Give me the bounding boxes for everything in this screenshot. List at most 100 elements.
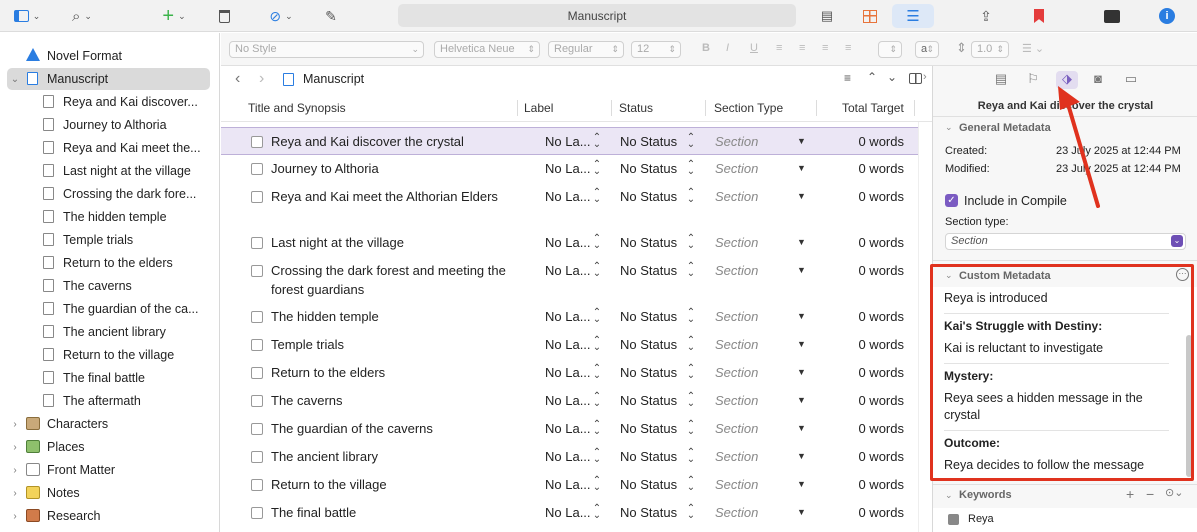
row-title[interactable]: The hidden temple — [271, 307, 521, 326]
row-status[interactable]: No Status — [620, 161, 677, 176]
binder-item-doc[interactable]: The ancient library — [0, 321, 219, 343]
row-checkbox[interactable] — [251, 423, 263, 435]
chevron-down-icon[interactable]: ⌄ — [9, 74, 21, 85]
chevron-updown-icon[interactable]: ⌃ ⌄ — [592, 160, 602, 177]
row-section-type[interactable]: Section — [715, 421, 758, 436]
row-label[interactable]: No La... — [545, 235, 591, 250]
chevron-updown-icon[interactable]: ⌃ ⌄ — [686, 133, 696, 150]
row-section-type[interactable]: Section — [715, 134, 758, 149]
chevron-updown-icon[interactable]: ⌃ ⌄ — [592, 133, 602, 150]
chevron-right-icon[interactable]: › — [9, 442, 21, 453]
chevron-up-icon[interactable]: ⌃ — [867, 70, 877, 84]
chevron-down-icon[interactable]: ⌄ — [945, 122, 953, 133]
row-title[interactable]: Reya and Kai meet the Althorian Elders — [271, 187, 521, 206]
bookmark-button[interactable] — [1029, 4, 1049, 28]
column-label[interactable]: Label — [524, 101, 553, 115]
binder-item-doc[interactable]: The aftermath — [0, 390, 219, 412]
row-checkbox[interactable] — [251, 451, 263, 463]
chevron-right-icon[interactable]: › — [9, 488, 21, 499]
style-select[interactable]: No Style ⌄ — [229, 41, 424, 58]
row-section-type[interactable]: Section — [715, 477, 758, 492]
table-row[interactable]: Last night at the village No La... ⌃ ⌄ No St… — [221, 229, 918, 257]
table-row[interactable]: Temple trials No La... ⌃ ⌄ No Status ⌃ ⌄ Sectio… — [221, 331, 918, 359]
row-status[interactable]: No Status — [620, 449, 677, 464]
trash-button[interactable] — [214, 4, 234, 28]
row-label[interactable]: No La... — [545, 189, 591, 204]
chevron-updown-icon[interactable]: ⌃ ⌄ — [592, 262, 602, 279]
list-icon[interactable]: ☰ ⌄ — [1022, 42, 1044, 55]
column-divider[interactable] — [914, 100, 915, 116]
binder-folder-research[interactable]: › Research — [0, 505, 219, 527]
chevron-updown-icon[interactable]: ⌃ ⌄ — [686, 234, 696, 251]
row-title[interactable]: The caverns — [271, 391, 521, 410]
chevron-updown-icon[interactable]: ⌃ ⌄ — [592, 448, 602, 465]
row-status[interactable]: No Status — [620, 393, 677, 408]
binder-item-doc[interactable]: Return to the village — [0, 344, 219, 366]
split-view-icon[interactable] — [909, 73, 922, 84]
binder-folder-front-matter[interactable]: › Front Matter — [0, 459, 219, 481]
chevron-updown-icon[interactable]: ⌃ ⌄ — [686, 476, 696, 493]
font-size-select[interactable]: 12 ⇕ — [631, 41, 681, 58]
remove-keyword-icon[interactable]: − — [1146, 486, 1154, 502]
row-label[interactable]: No La... — [545, 421, 591, 436]
table-row[interactable]: Journey to Althoria No La... ⌃ ⌄ No Status ⌃ ⌄… — [221, 155, 918, 183]
chevron-down-icon[interactable]: ▼ — [797, 237, 806, 247]
add-keyword-icon[interactable]: + — [1126, 486, 1134, 502]
row-title[interactable]: Return to the elders — [271, 363, 521, 382]
chevron-down-icon[interactable]: ▼ — [797, 163, 806, 173]
chevron-updown-icon[interactable]: ⌃ ⌄ — [592, 336, 602, 353]
share-button[interactable]: ⇪ — [975, 4, 997, 28]
underline-button[interactable]: U — [750, 42, 758, 54]
binder-item-novel-format[interactable]: Novel Format — [0, 45, 219, 67]
column-status[interactable]: Status — [619, 101, 653, 115]
table-row[interactable]: The guardian of the caverns No La... ⌃ ⌄ No … — [221, 415, 918, 443]
outline-view-button[interactable]: ☰ — [892, 4, 934, 28]
binder-item-doc[interactable]: Last night at the village — [0, 160, 219, 182]
row-title[interactable]: Reya and Kai discover the crystal — [271, 132, 521, 151]
line-spacing-select[interactable]: 1.0 ⇕ — [971, 41, 1009, 58]
binder-item-doc[interactable]: Journey to Althoria — [0, 114, 219, 136]
chevron-updown-icon[interactable]: ⌃ ⌄ — [686, 308, 696, 325]
table-row[interactable]: Reya and Kai meet the Althorian Elders No… — [221, 183, 918, 229]
chevron-updown-icon[interactable]: ⌃ ⌄ — [592, 308, 602, 325]
chevron-updown-icon[interactable]: ⌃ ⌄ — [686, 188, 696, 205]
chevron-updown-icon[interactable]: ⌃ ⌄ — [592, 188, 602, 205]
font-weight-select[interactable]: Regular ⇕ — [548, 41, 624, 58]
row-title[interactable]: Last night at the village — [271, 233, 521, 252]
row-label[interactable]: No La... — [545, 134, 591, 149]
row-checkbox[interactable] — [251, 367, 263, 379]
align-justify-icon[interactable]: ≡ — [845, 42, 851, 54]
binder-folder-notes[interactable]: › Notes — [0, 482, 219, 504]
binder-item-doc[interactable]: Reya and Kai meet the... — [0, 137, 219, 159]
compose-button[interactable]: ✎ — [321, 4, 341, 28]
row-title[interactable]: Journey to Althoria — [271, 159, 521, 178]
chevron-right-icon[interactable]: › — [9, 511, 21, 522]
bookmarks-tab-icon[interactable]: ⚐ — [1023, 71, 1043, 89]
row-label[interactable]: No La... — [545, 161, 591, 176]
binder-item-doc[interactable]: Crossing the dark fore... — [0, 183, 219, 205]
chevron-down-icon[interactable]: ▼ — [797, 423, 806, 433]
chevron-down-icon[interactable]: ▼ — [797, 451, 806, 461]
column-divider[interactable] — [705, 100, 706, 116]
corkboard-view-button[interactable]: ▤ — [816, 4, 838, 28]
binder-item-doc[interactable]: The guardian of the ca... — [0, 298, 219, 320]
row-title[interactable]: The ancient library — [271, 447, 521, 466]
chevron-updown-icon[interactable]: ⌃ ⌄ — [592, 504, 602, 521]
forward-arrow-icon[interactable]: › — [259, 70, 264, 88]
grid-view-button[interactable] — [858, 4, 882, 28]
row-section-type[interactable]: Section — [715, 505, 758, 520]
row-section-type[interactable]: Section — [715, 449, 758, 464]
chevron-updown-icon[interactable]: ⌃ ⌄ — [686, 420, 696, 437]
row-label[interactable]: No La... — [545, 365, 591, 380]
row-checkbox[interactable] — [251, 479, 263, 491]
chevron-updown-icon[interactable]: ⌃ ⌄ — [592, 364, 602, 381]
binder-item-doc[interactable]: The caverns — [0, 275, 219, 297]
align-right-icon[interactable]: ≡ — [822, 42, 828, 54]
chevron-updown-icon[interactable]: ⌃ ⌄ — [592, 420, 602, 437]
row-section-type[interactable]: Section — [715, 161, 758, 176]
row-section-type[interactable]: Section — [715, 337, 758, 352]
general-metadata-header[interactable]: General Metadata — [959, 122, 1051, 134]
column-section-type[interactable]: Section Type — [714, 101, 783, 115]
highlight-color-select[interactable]: ⇕ — [878, 41, 902, 58]
search-button[interactable]: ⌕ ⌄ — [62, 4, 102, 28]
